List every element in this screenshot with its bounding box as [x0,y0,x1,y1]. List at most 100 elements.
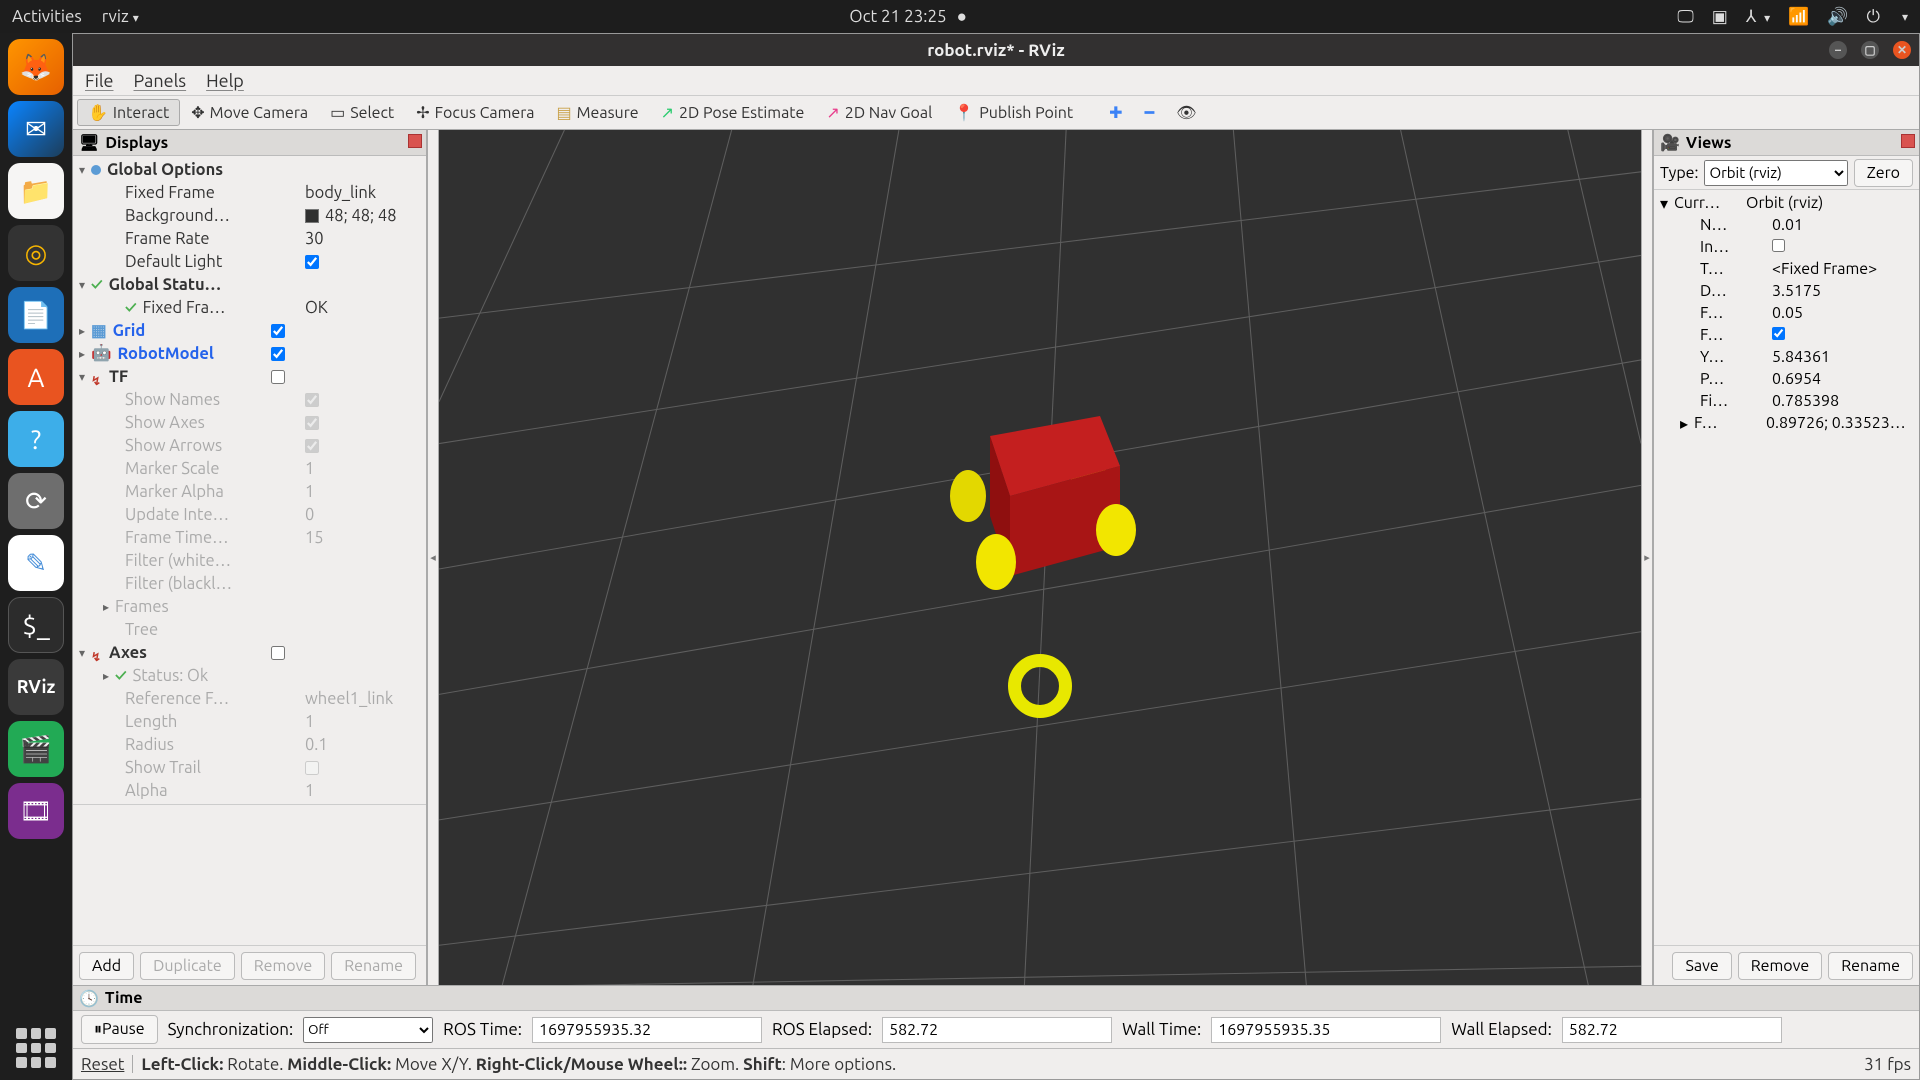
tool-2d-pose-estimate[interactable]: ↗2D Pose Estimate [650,99,816,126]
type-label: Type: [1660,164,1698,182]
camera-icon: 🎥 [1660,133,1680,152]
axes-checkbox[interactable] [271,646,285,660]
add-button[interactable]: Add [79,952,134,980]
tool-add-icon[interactable]: ✚ [1098,99,1133,126]
launcher-libreoffice-icon[interactable]: 📄 [8,287,64,343]
window-maximize-button[interactable]: ▢ [1861,41,1879,59]
panel-close-icon[interactable] [408,134,422,148]
splitter-left[interactable]: ◂ [427,130,439,985]
indicator-a11y-icon[interactable]: ⅄ ▾ [1746,7,1770,27]
view-type-select[interactable]: Orbit (rviz) [1704,160,1847,186]
splitter-right[interactable]: ▸ [1641,130,1653,985]
fps-label: 31 fps [1864,1055,1911,1074]
views-tree[interactable]: ▾Curr…Orbit (rviz) N…0.01 In… T…<Fixed F… [1654,190,1919,945]
tool-2d-nav-goal[interactable]: ↗2D Nav Goal [815,99,943,126]
launcher-firefox-icon[interactable]: 🦊 [8,39,64,95]
color-swatch[interactable] [305,209,319,223]
show-axes-checkbox [305,416,319,430]
panel-close-icon[interactable] [1901,134,1915,148]
app-menu-label: rviz [102,7,129,26]
menu-file[interactable]: File [85,71,114,91]
window-minimize-button[interactable]: – [1829,41,1847,59]
chevron-down-icon[interactable]: ▾ [1902,10,1908,24]
tool-publish-point[interactable]: 📍Publish Point [943,99,1084,126]
grid-checkbox[interactable] [271,324,285,338]
launcher-media2-icon[interactable]: 🎞 [8,783,64,839]
robotmodel-checkbox[interactable] [271,347,285,361]
arrow-pink-icon: ↗ [826,103,839,122]
tool-focus-camera[interactable]: ✢Focus Camera [405,99,545,126]
pause-button[interactable]: ⏸Pause [81,1015,158,1044]
launcher-media-icon[interactable]: 🎬 [8,721,64,777]
clock-label[interactable]: Oct 21 23:25 [849,7,946,26]
indicator-power-icon[interactable]: ⏻ [1867,7,1880,27]
default-light-checkbox[interactable] [305,255,319,269]
window-title: robot.rviz* - RViz [927,41,1064,60]
time-panel-title[interactable]: 🕓 Time [73,985,1919,1011]
views-rename-button[interactable]: Rename [1828,952,1913,980]
menu-panels[interactable]: Panels [134,71,187,91]
tool-interact[interactable]: ✋Interact [77,99,180,126]
tool-move-camera[interactable]: ✥Move Camera [180,99,319,126]
app-menu[interactable]: rviz▾ [102,7,139,26]
launcher-thunderbird-icon[interactable]: ✉ [8,101,64,157]
check-ok-icon: ✓ [91,276,103,294]
launcher-gedit-icon[interactable]: ✎ [8,535,64,591]
reset-button[interactable]: Reset [81,1055,124,1074]
wall-elapsed-field[interactable] [1562,1017,1782,1043]
displays-tree[interactable]: ▾Global Options Fixed Framebody_link Bac… [73,156,426,805]
grid-icon: ▦ [91,321,107,340]
ros-time-field[interactable] [532,1017,762,1043]
launcher-files-icon[interactable]: 📁 [8,163,64,219]
robot-icon: 🤖 [91,344,112,363]
rviz-window: robot.rviz* - RViz – ▢ ✕ File Panels Hel… [72,33,1920,1080]
indicator-wifi-icon[interactable]: 📶 [1788,7,1809,27]
views-save-button[interactable]: Save [1672,952,1731,980]
launcher-rviz-icon[interactable]: RViz [8,659,64,715]
show-trail-checkbox [305,761,319,775]
indicator-volume-icon[interactable]: 🔊 [1827,7,1848,27]
wall-time-label: Wall Time: [1122,1020,1201,1039]
zero-button[interactable]: Zero [1854,159,1913,187]
ros-elapsed-field[interactable] [882,1017,1112,1043]
status-bar: Reset Left-Click: Rotate. Middle-Click: … [73,1049,1919,1079]
wall-time-field[interactable] [1211,1017,1441,1043]
tool-view-icon[interactable]: 👁 [1165,99,1207,126]
launcher-terminal-icon[interactable]: $_ [8,597,64,653]
tool-measure[interactable]: ▤Measure [546,99,650,126]
launcher-dock: 🦊 ✉ 📁 ◎ 📄 A ? ⟳ ✎ $_ RViz 🎬 🎞 [0,33,72,1080]
3d-viewport[interactable] [439,130,1641,985]
views-panel-title[interactable]: 🎥 Views [1654,130,1919,156]
displays-panel-title[interactable]: 🖥 Displays [73,130,426,156]
views-remove-button[interactable]: Remove [1738,952,1823,980]
window-close-button[interactable]: ✕ [1893,41,1911,59]
launcher-software-icon[interactable]: A [8,349,64,405]
sync-select[interactable]: Off [303,1017,433,1043]
launcher-rhythmbox-icon[interactable]: ◎ [8,225,64,281]
select-icon: ▭ [330,103,345,122]
focal-f-checkbox[interactable] [1772,327,1785,340]
tool-remove-icon[interactable]: ━ [1134,99,1166,126]
displays-description-area [73,805,426,945]
invert-checkbox[interactable] [1772,239,1785,252]
ruler-icon: ▤ [557,103,572,122]
time-panel: ⏸Pause Synchronization: Off ROS Time: RO… [73,1011,1919,1049]
indicator-camera-icon[interactable]: ▣ [1712,7,1728,27]
origin-marker-icon [1008,654,1072,718]
launcher-help-icon[interactable]: ? [8,411,64,467]
monitor-icon: 🖥 [79,133,99,152]
move-icon: ✥ [191,103,204,122]
arrow-green-icon: ↗ [661,103,674,122]
axes-icon [91,371,103,383]
pause-icon: ⏸ [94,1020,102,1038]
launcher-updates-icon[interactable]: ⟳ [8,473,64,529]
activities-button[interactable]: Activities [12,7,82,26]
displays-panel: 🖥 Displays ▾Global Options Fixed Framebo… [73,130,427,985]
remove-button: Remove [241,952,326,980]
tool-select[interactable]: ▭Select [319,99,405,126]
tf-checkbox[interactable] [271,370,285,384]
hand-icon: ✋ [88,103,108,122]
menu-help[interactable]: Help [206,71,244,91]
launcher-apps-grid-icon[interactable] [16,1028,56,1068]
indicator-screen-icon[interactable]: 🖵 [1677,7,1693,27]
